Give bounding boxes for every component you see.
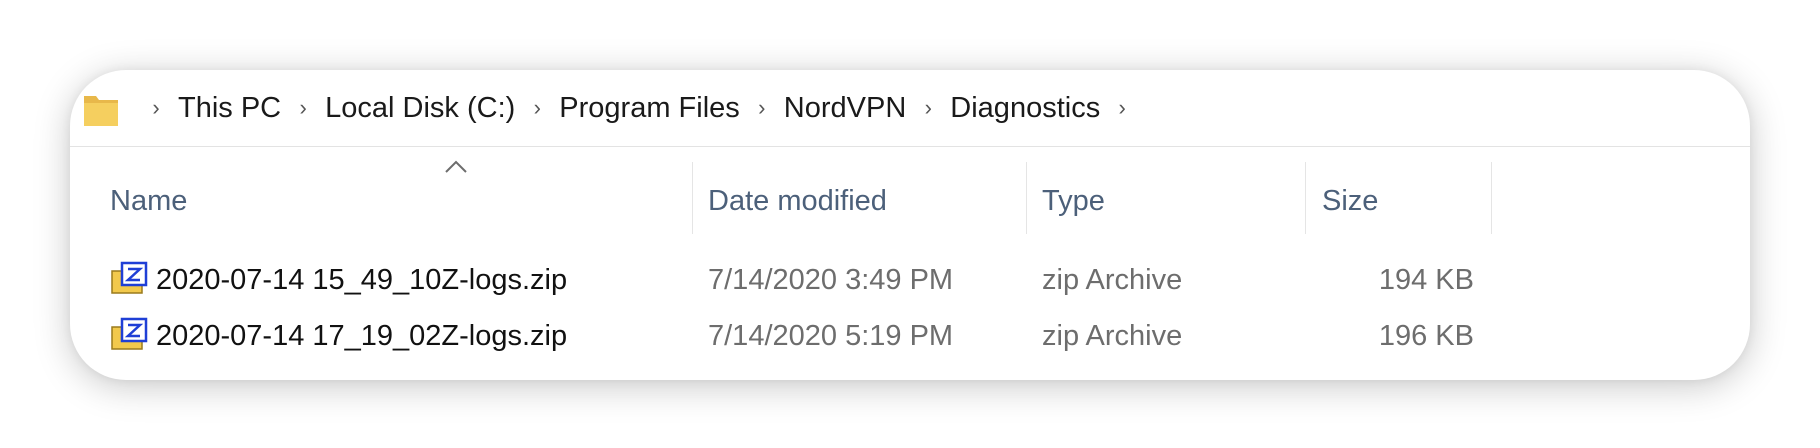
file-type: zip Archive (1042, 264, 1183, 296)
file-name-cell[interactable]: 2020-07-14 17_19_02Z-logs.zip (110, 308, 567, 364)
folder-icon (84, 96, 118, 126)
column-divider[interactable] (692, 162, 693, 234)
file-date-modified: 7/14/2020 5:19 PM (708, 320, 954, 352)
file-size: 196 KB (1378, 320, 1474, 352)
breadcrumb-item-program-files[interactable]: Program Files (559, 92, 740, 125)
breadcrumb-item-this-pc[interactable]: This PC (178, 92, 281, 125)
column-header-name[interactable]: Name (110, 146, 187, 234)
breadcrumb-item-diagnostics[interactable]: Diagnostics (950, 92, 1100, 125)
column-divider[interactable] (1491, 162, 1492, 234)
column-header-date-modified[interactable]: Date modified (708, 146, 887, 234)
breadcrumb-item-local-disk[interactable]: Local Disk (C:) (325, 92, 515, 125)
chevron-right-icon[interactable]: › (906, 95, 950, 121)
chevron-right-icon[interactable]: › (1100, 95, 1144, 121)
file-explorer-window: › This PC › Local Disk (C:) › Program Fi… (70, 70, 1750, 380)
chevron-right-icon[interactable]: › (134, 95, 178, 121)
column-header-type[interactable]: Type (1042, 146, 1105, 234)
file-name-cell[interactable]: 2020-07-14 15_49_10Z-logs.zip (110, 252, 567, 308)
address-bar[interactable]: › This PC › Local Disk (C:) › Program Fi… (70, 70, 1750, 147)
file-name: 2020-07-14 15_49_10Z-logs.zip (156, 264, 568, 296)
file-date-modified: 7/14/2020 3:49 PM (708, 264, 954, 296)
sort-ascending-icon (445, 160, 467, 173)
column-header-size[interactable]: Size (1322, 146, 1378, 234)
breadcrumb: › This PC › Local Disk (C:) › Program Fi… (134, 70, 1144, 146)
column-divider[interactable] (1026, 162, 1027, 234)
file-size: 194 KB (1378, 264, 1474, 296)
file-name: 2020-07-14 17_19_02Z-logs.zip (156, 320, 568, 352)
chevron-right-icon[interactable]: › (281, 95, 325, 121)
file-type: zip Archive (1042, 320, 1183, 352)
chevron-right-icon[interactable]: › (740, 95, 784, 121)
chevron-right-icon[interactable]: › (515, 95, 559, 121)
column-header-row: Name Date modified Type Size (70, 146, 1750, 234)
file-row[interactable]: 2020-07-14 15_49_10Z-logs.zip 7/14/2020 … (70, 252, 1750, 308)
zip-archive-icon (111, 262, 148, 295)
breadcrumb-item-nordvpn[interactable]: NordVPN (784, 92, 907, 125)
zip-archive-icon (111, 318, 148, 351)
column-divider[interactable] (1305, 162, 1306, 234)
file-row[interactable]: 2020-07-14 17_19_02Z-logs.zip 7/14/2020 … (70, 308, 1750, 364)
